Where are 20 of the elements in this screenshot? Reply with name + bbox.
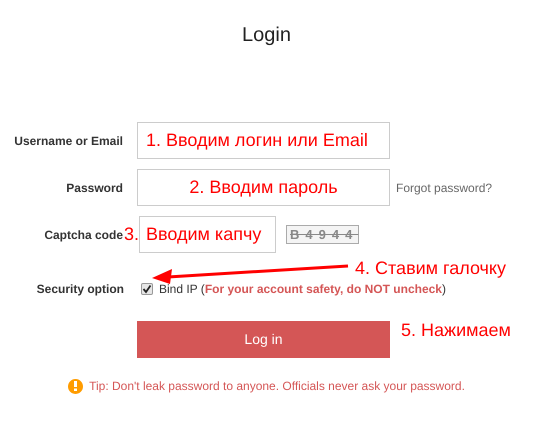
captcha-field[interactable]: Вводим капчу [139, 216, 276, 253]
password-field[interactable]: 2. Вводим пароль [137, 169, 390, 206]
username-field[interactable]: 1. Вводим логин или Email [137, 122, 390, 159]
login-button[interactable]: Log in [137, 321, 390, 358]
warning-note: For your account safety, do NOT uncheck [204, 281, 442, 298]
forgot-password-link[interactable]: Forgot password? [396, 178, 492, 196]
captcha-image[interactable]: B4944 [286, 225, 360, 244]
annotation-text: 5. Нажимаем [401, 319, 511, 342]
tip-text: Tip: Don't leak password to anyone. Officials never ask your password. [89, 378, 465, 395]
page-title: Login [242, 24, 291, 46]
annotation-text: 3. [124, 223, 140, 246]
option-label: Bind IP ( [159, 281, 205, 298]
warning-icon [68, 378, 84, 394]
option-label: ) [442, 281, 446, 298]
field-label: Captcha code [44, 228, 123, 242]
field-label: Password [66, 180, 123, 194]
checkbox[interactable] [141, 283, 153, 295]
annotation-text: 4. Ставим галочку [355, 257, 506, 280]
field-label: Security option [36, 282, 124, 296]
field-label: Username or Email [14, 134, 123, 148]
